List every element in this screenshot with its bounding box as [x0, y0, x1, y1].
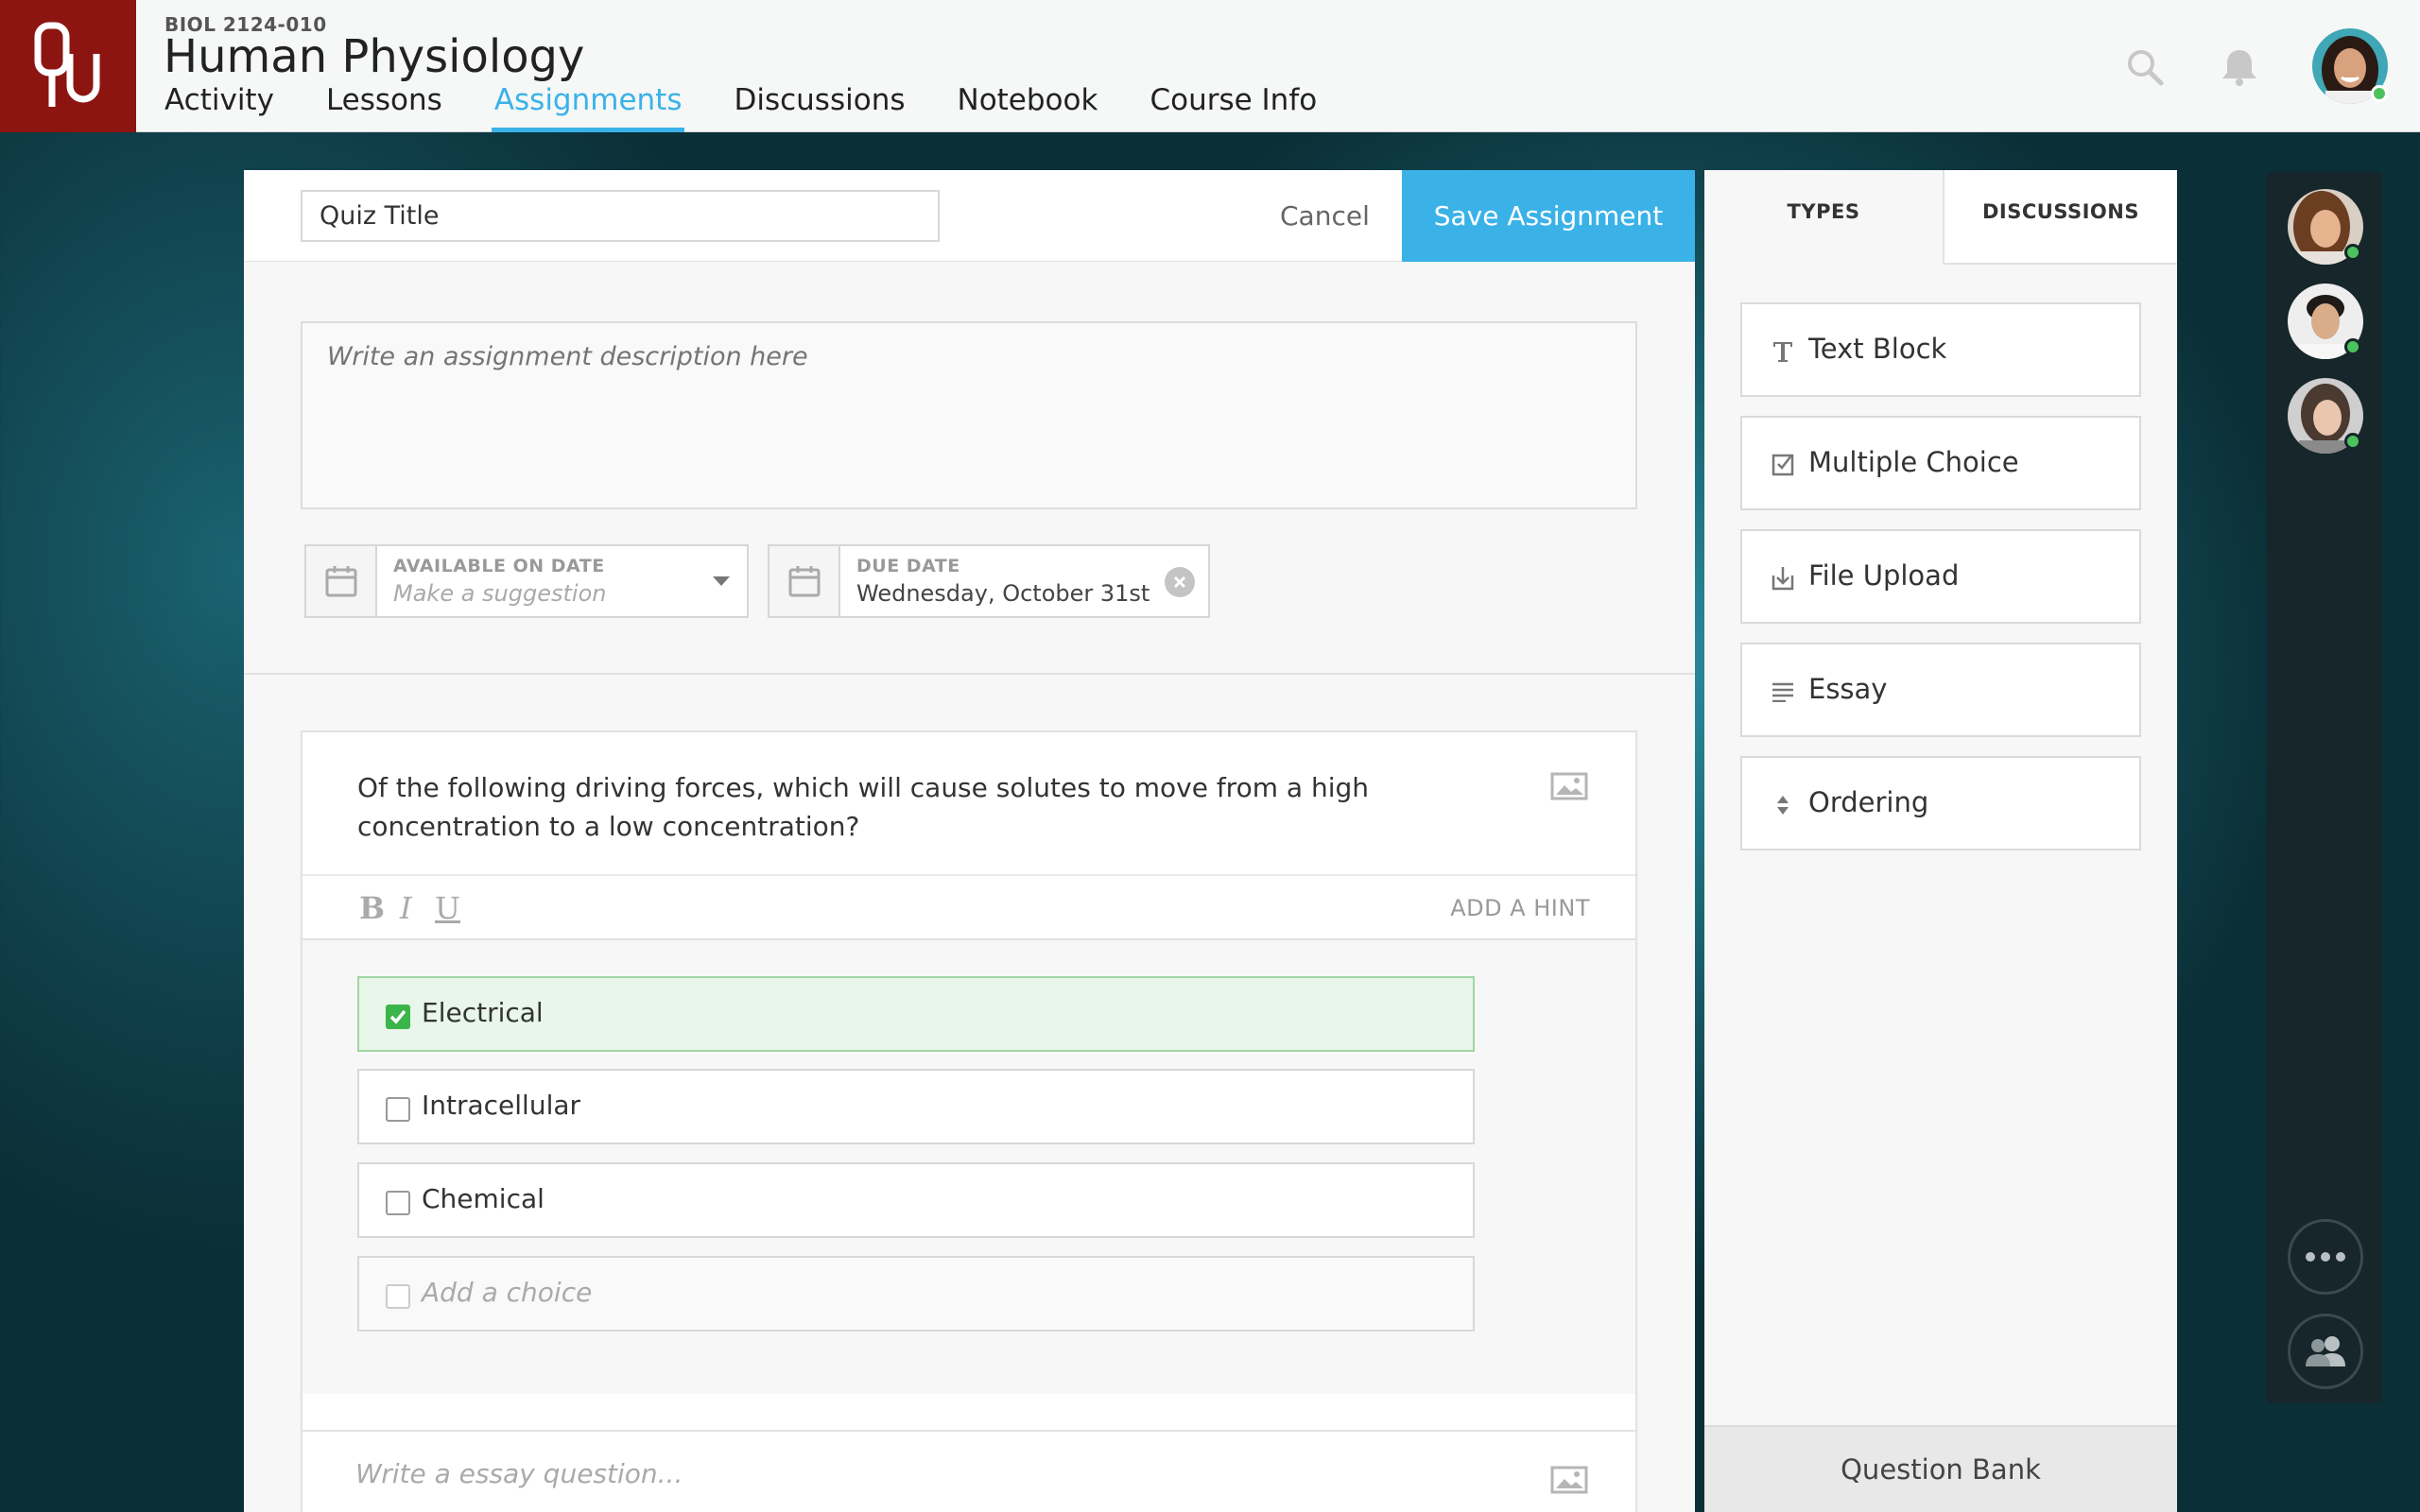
- question-text[interactable]: Of the following driving forces, which w…: [357, 768, 1492, 846]
- choice-label: Intracellular: [422, 1090, 581, 1121]
- ellipsis-icon: [2306, 1252, 2345, 1262]
- sort-icon: [1771, 793, 1795, 817]
- choice-label: Chemical: [422, 1183, 544, 1214]
- choices-list: Electrical Intracellular Chemical Add a …: [302, 940, 1635, 1394]
- add-choice-placeholder: Add a choice: [422, 1277, 593, 1308]
- question-bank-button[interactable]: Question Bank: [1704, 1425, 2177, 1512]
- image-icon[interactable]: [1550, 772, 1588, 800]
- nav-activity[interactable]: Activity: [164, 83, 274, 132]
- formatting-toolbar: B I U ADD A HINT: [302, 874, 1635, 940]
- type-label: Multiple Choice: [1808, 446, 2019, 478]
- bell-icon[interactable]: [2220, 47, 2259, 87]
- type-label: Ordering: [1808, 786, 1929, 818]
- university-logo[interactable]: [0, 0, 136, 132]
- collaborator-avatar[interactable]: [2288, 189, 2363, 265]
- essay-question-card[interactable]: Write a essay question...: [301, 1430, 1637, 1512]
- user-avatar[interactable]: [2312, 28, 2388, 104]
- calendar-icon: [306, 546, 377, 616]
- bold-button[interactable]: B: [359, 890, 385, 926]
- course-nav: Activity Lessons Assignments Discussions…: [164, 83, 1369, 132]
- due-date-value: Wednesday, October 31st: [856, 580, 1150, 607]
- lines-icon: [1771, 679, 1795, 704]
- choice-item[interactable]: Chemical: [357, 1162, 1475, 1238]
- nav-lessons[interactable]: Lessons: [326, 83, 442, 132]
- assignment-editor: Cancel Save Assignment AVAILABLE ON DATE…: [244, 170, 1695, 1512]
- question-types-panel: TYPES DISCUSSIONS Text Block Multiple Ch…: [1704, 170, 2177, 1512]
- save-assignment-button[interactable]: Save Assignment: [1402, 170, 1695, 262]
- top-header: BIOL 2124-010 Human Physiology Activity …: [0, 0, 2420, 132]
- people-button[interactable]: [2288, 1314, 2363, 1389]
- nav-course-info[interactable]: Course Info: [1150, 83, 1317, 132]
- type-label: Essay: [1808, 673, 1888, 705]
- multiple-choice-question-card: Of the following driving forces, which w…: [301, 730, 1637, 1512]
- type-multiple-choice[interactable]: Multiple Choice: [1740, 416, 2141, 510]
- choice-item[interactable]: Intracellular: [357, 1069, 1475, 1144]
- collaborator-avatar[interactable]: [2288, 378, 2363, 454]
- underline-button[interactable]: U: [435, 890, 460, 926]
- choice-item[interactable]: Electrical: [357, 976, 1475, 1052]
- upload-icon: [1771, 566, 1795, 591]
- online-status-dot: [2371, 85, 2388, 102]
- course-title: Human Physiology: [164, 30, 585, 83]
- nav-discussions[interactable]: Discussions: [734, 83, 905, 132]
- collaborators-rail: [2267, 172, 2382, 1403]
- checkbox[interactable]: [386, 1097, 410, 1122]
- online-status-dot: [2344, 433, 2361, 450]
- editor-title-bar: Cancel Save Assignment: [244, 170, 1695, 262]
- due-date-picker[interactable]: DUE DATE Wednesday, October 31st: [768, 544, 1210, 618]
- collaborator-avatar[interactable]: [2288, 284, 2363, 359]
- tab-discussions[interactable]: DISCUSSIONS: [1943, 170, 2177, 265]
- type-text-block[interactable]: Text Block: [1740, 302, 2141, 397]
- choice-label: Electrical: [422, 997, 544, 1028]
- checkmark-icon: [389, 1009, 406, 1024]
- checkbox-checked[interactable]: [386, 1005, 410, 1029]
- add-choice-field[interactable]: Add a choice: [357, 1256, 1475, 1332]
- checkbox[interactable]: [386, 1191, 410, 1215]
- due-date-label: DUE DATE: [856, 556, 960, 576]
- type-ordering[interactable]: Ordering: [1740, 756, 2141, 850]
- checkbox-icon: [1771, 453, 1795, 477]
- calendar-icon: [769, 546, 840, 616]
- cancel-button[interactable]: Cancel: [1280, 170, 1370, 262]
- type-file-upload[interactable]: File Upload: [1740, 529, 2141, 624]
- quiz-title-input[interactable]: [301, 190, 940, 242]
- section-divider: [244, 673, 1695, 675]
- image-icon[interactable]: [1550, 1466, 1588, 1494]
- available-date-picker[interactable]: AVAILABLE ON DATE Make a suggestion: [304, 544, 749, 618]
- nav-assignments[interactable]: Assignments: [491, 83, 685, 132]
- tab-types[interactable]: TYPES: [1704, 170, 1943, 265]
- type-label: File Upload: [1808, 559, 1960, 592]
- more-options-button[interactable]: [2288, 1219, 2363, 1295]
- online-status-dot: [2344, 244, 2361, 261]
- people-icon: [2306, 1336, 2345, 1366]
- assignment-description-field[interactable]: [301, 321, 1637, 509]
- search-icon[interactable]: [2125, 47, 2165, 87]
- available-date-label: AVAILABLE ON DATE: [393, 556, 605, 576]
- clear-date-icon[interactable]: [1165, 567, 1195, 597]
- type-essay[interactable]: Essay: [1740, 643, 2141, 737]
- online-status-dot: [2344, 338, 2361, 355]
- type-label: Text Block: [1808, 333, 1947, 365]
- nav-notebook[interactable]: Notebook: [958, 83, 1098, 132]
- text-icon: [1771, 339, 1795, 364]
- panel-tabs: TYPES DISCUSSIONS: [1704, 170, 2177, 265]
- essay-question-placeholder[interactable]: Write a essay question...: [355, 1458, 683, 1489]
- available-date-value: Make a suggestion: [393, 580, 607, 607]
- checkbox: [386, 1284, 410, 1309]
- add-hint-button[interactable]: ADD A HINT: [1450, 895, 1590, 921]
- chevron-down-icon[interactable]: [713, 576, 730, 586]
- ou-logo-icon: [34, 22, 100, 107]
- italic-button[interactable]: I: [400, 890, 412, 926]
